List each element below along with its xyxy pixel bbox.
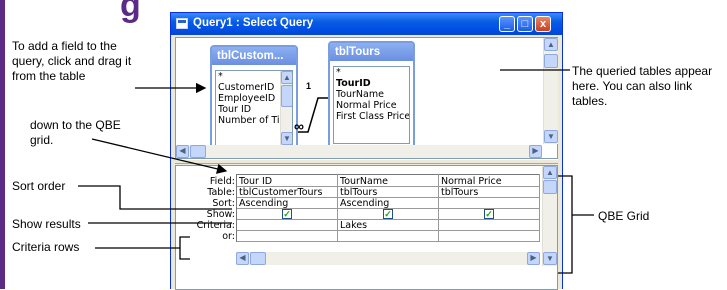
annotation-lines	[78, 69, 594, 274]
